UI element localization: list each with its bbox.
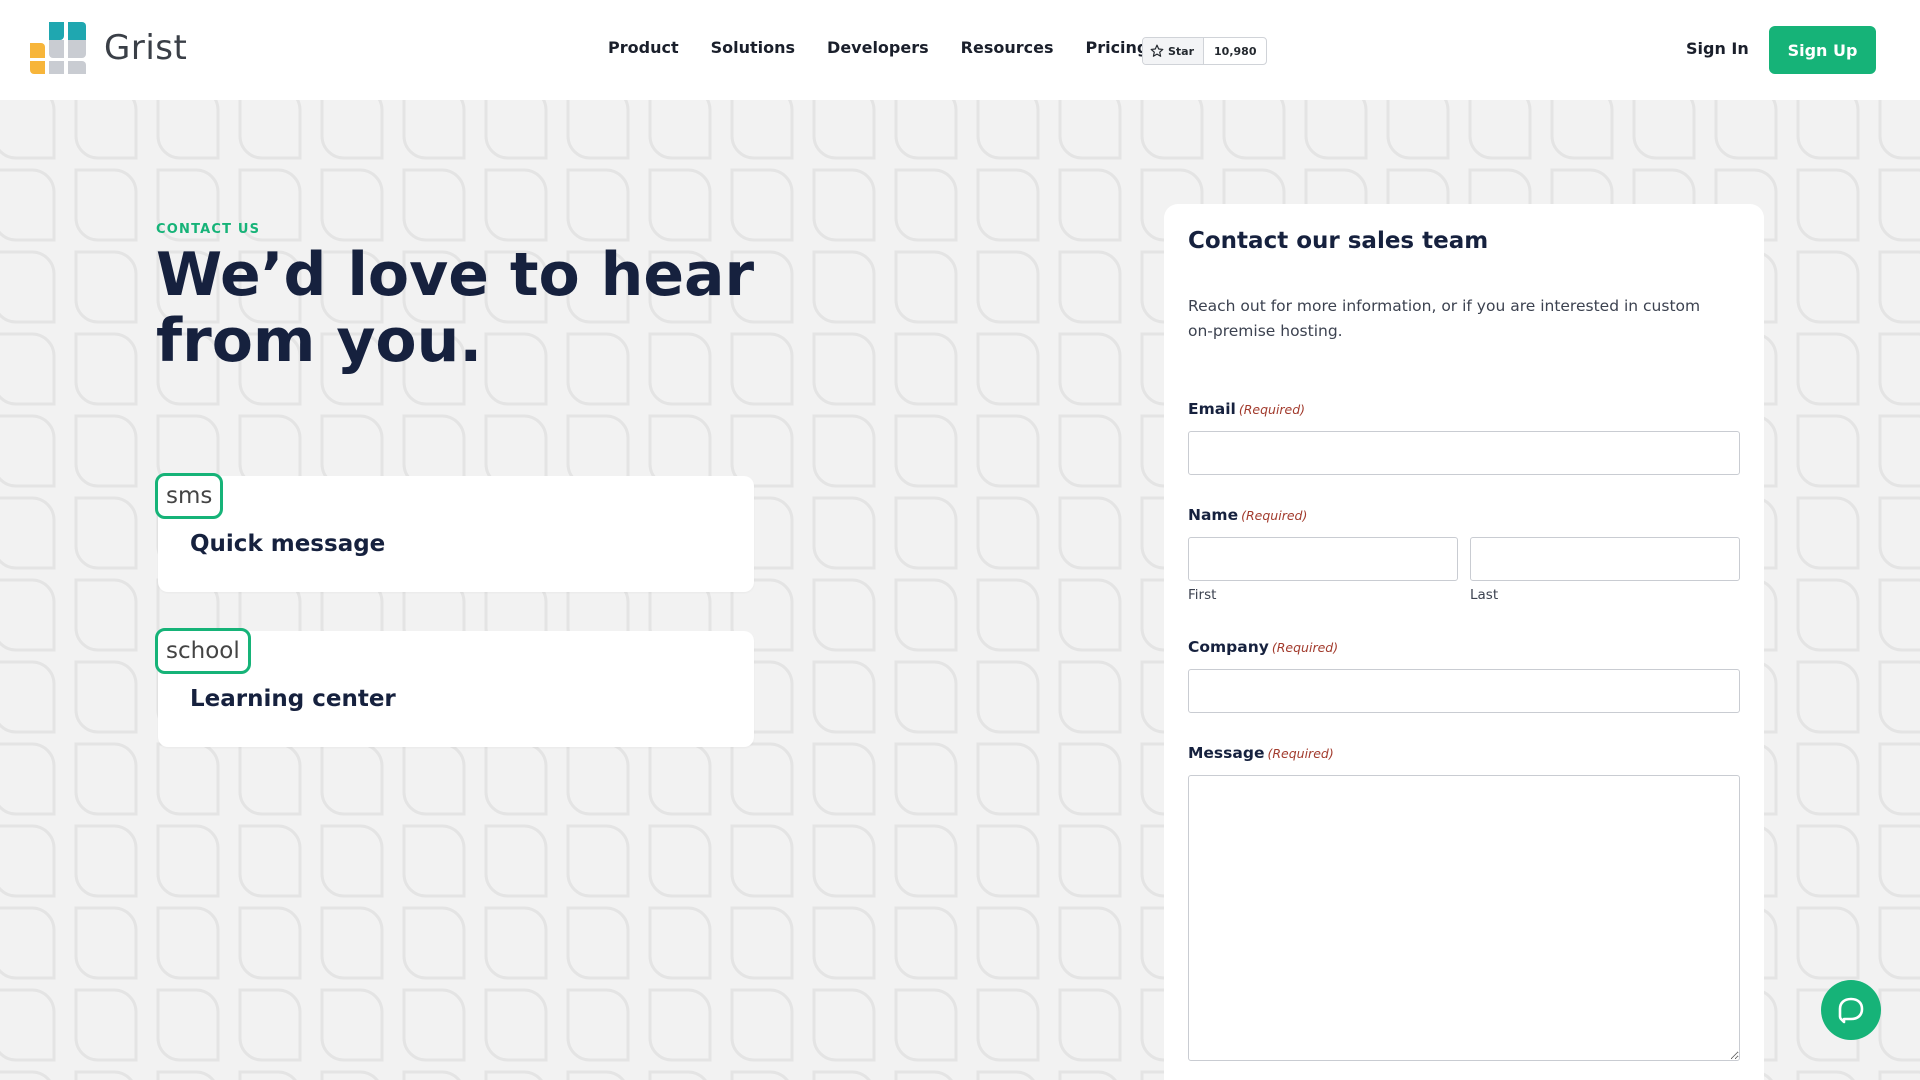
chat-bubble-icon <box>1838 997 1864 1024</box>
brand-logo[interactable]: Grist <box>30 22 187 74</box>
email-label-text: Email <box>1188 400 1236 418</box>
sms-icon: sms <box>155 473 224 519</box>
required-tag: (Required) <box>1238 402 1306 417</box>
github-star-count[interactable]: 10,980 <box>1204 38 1266 64</box>
contact-form-panel: Contact our sales team Reach out for mor… <box>1164 204 1764 1080</box>
nav-item-product[interactable]: Product <box>608 38 679 57</box>
star-icon <box>1150 44 1164 57</box>
page-title: We’d love to hear from you. <box>156 240 755 376</box>
nav-item-solutions[interactable]: Solutions <box>711 38 795 57</box>
learning-center-card[interactable]: school Learning center <box>155 628 754 747</box>
card-title: Quick message <box>190 531 386 557</box>
company-label: Company (Required) <box>1188 638 1338 656</box>
name-label-text: Name <box>1188 506 1239 524</box>
nav-item-developers[interactable]: Developers <box>827 38 929 57</box>
first-name-field[interactable] <box>1188 537 1458 581</box>
sign-in-link[interactable]: Sign In <box>1686 39 1749 58</box>
github-star-label: Star <box>1168 44 1195 58</box>
required-tag: (Required) <box>1241 508 1308 523</box>
nav-item-resources[interactable]: Resources <box>961 38 1054 57</box>
card-title: Learning center <box>190 686 396 712</box>
form-title: Contact our sales team <box>1188 228 1489 254</box>
last-name-field[interactable] <box>1470 537 1740 581</box>
company-label-text: Company <box>1188 638 1269 656</box>
company-field[interactable] <box>1188 669 1740 713</box>
email-label: Email (Required) <box>1188 400 1305 418</box>
nav-item-pricing[interactable]: Pricing <box>1085 38 1148 57</box>
required-tag: (Required) <box>1267 746 1334 761</box>
github-star-button[interactable]: Star <box>1143 38 1205 64</box>
name-label: Name (Required) <box>1188 506 1307 524</box>
github-star-widget: Star 10,980 <box>1142 37 1268 65</box>
form-description: Reach out for more information, or if yo… <box>1188 297 1701 340</box>
last-name-sublabel: Last <box>1470 587 1499 603</box>
site-header: Grist Product Solutions Developers Resou… <box>0 0 1920 100</box>
chat-launcher-button[interactable] <box>1821 980 1881 1040</box>
message-label-text: Message <box>1188 744 1265 762</box>
quick-message-card[interactable]: sms Quick message <box>155 473 754 592</box>
message-field[interactable] <box>1188 775 1740 1061</box>
first-name-sublabel: First <box>1188 587 1217 603</box>
brand-name: Grist <box>104 28 188 68</box>
sign-up-button[interactable]: Sign Up <box>1769 26 1876 74</box>
section-eyebrow: CONTACT US <box>156 222 261 237</box>
email-field[interactable] <box>1188 431 1740 475</box>
required-tag: (Required) <box>1271 640 1339 655</box>
school-icon: school <box>155 628 251 674</box>
main-nav: Product Solutions Developers Resources P… <box>608 38 1180 57</box>
message-label: Message (Required) <box>1188 744 1334 762</box>
grist-logo-icon <box>30 22 86 74</box>
